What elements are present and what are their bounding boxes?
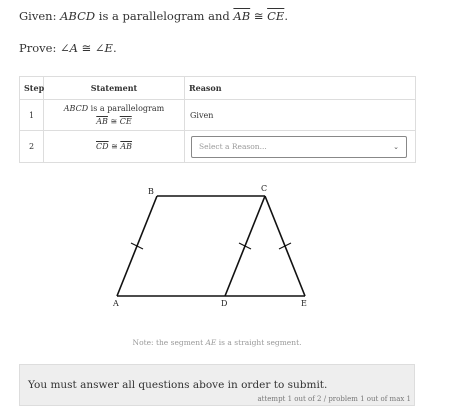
note-prefix: Note: the segment bbox=[132, 338, 206, 347]
label-e: E bbox=[301, 299, 307, 308]
label-b: B bbox=[148, 187, 154, 196]
label-c: C bbox=[261, 184, 267, 193]
note-suffix: is a straight segment. bbox=[216, 338, 302, 347]
geometry-figure: B C A D E bbox=[112, 184, 307, 308]
label-d: D bbox=[221, 299, 227, 308]
attempt-counter: attempt 1 out of 2 / problem 1 out of ma… bbox=[257, 395, 411, 403]
note-segment: AE bbox=[205, 338, 217, 347]
submit-message: You must answer all questions above in o… bbox=[28, 379, 328, 391]
submit-notice: You must answer all questions above in o… bbox=[19, 364, 415, 406]
figure-note: Note: the segment AE is a straight segme… bbox=[0, 338, 434, 347]
label-a: A bbox=[112, 299, 119, 308]
